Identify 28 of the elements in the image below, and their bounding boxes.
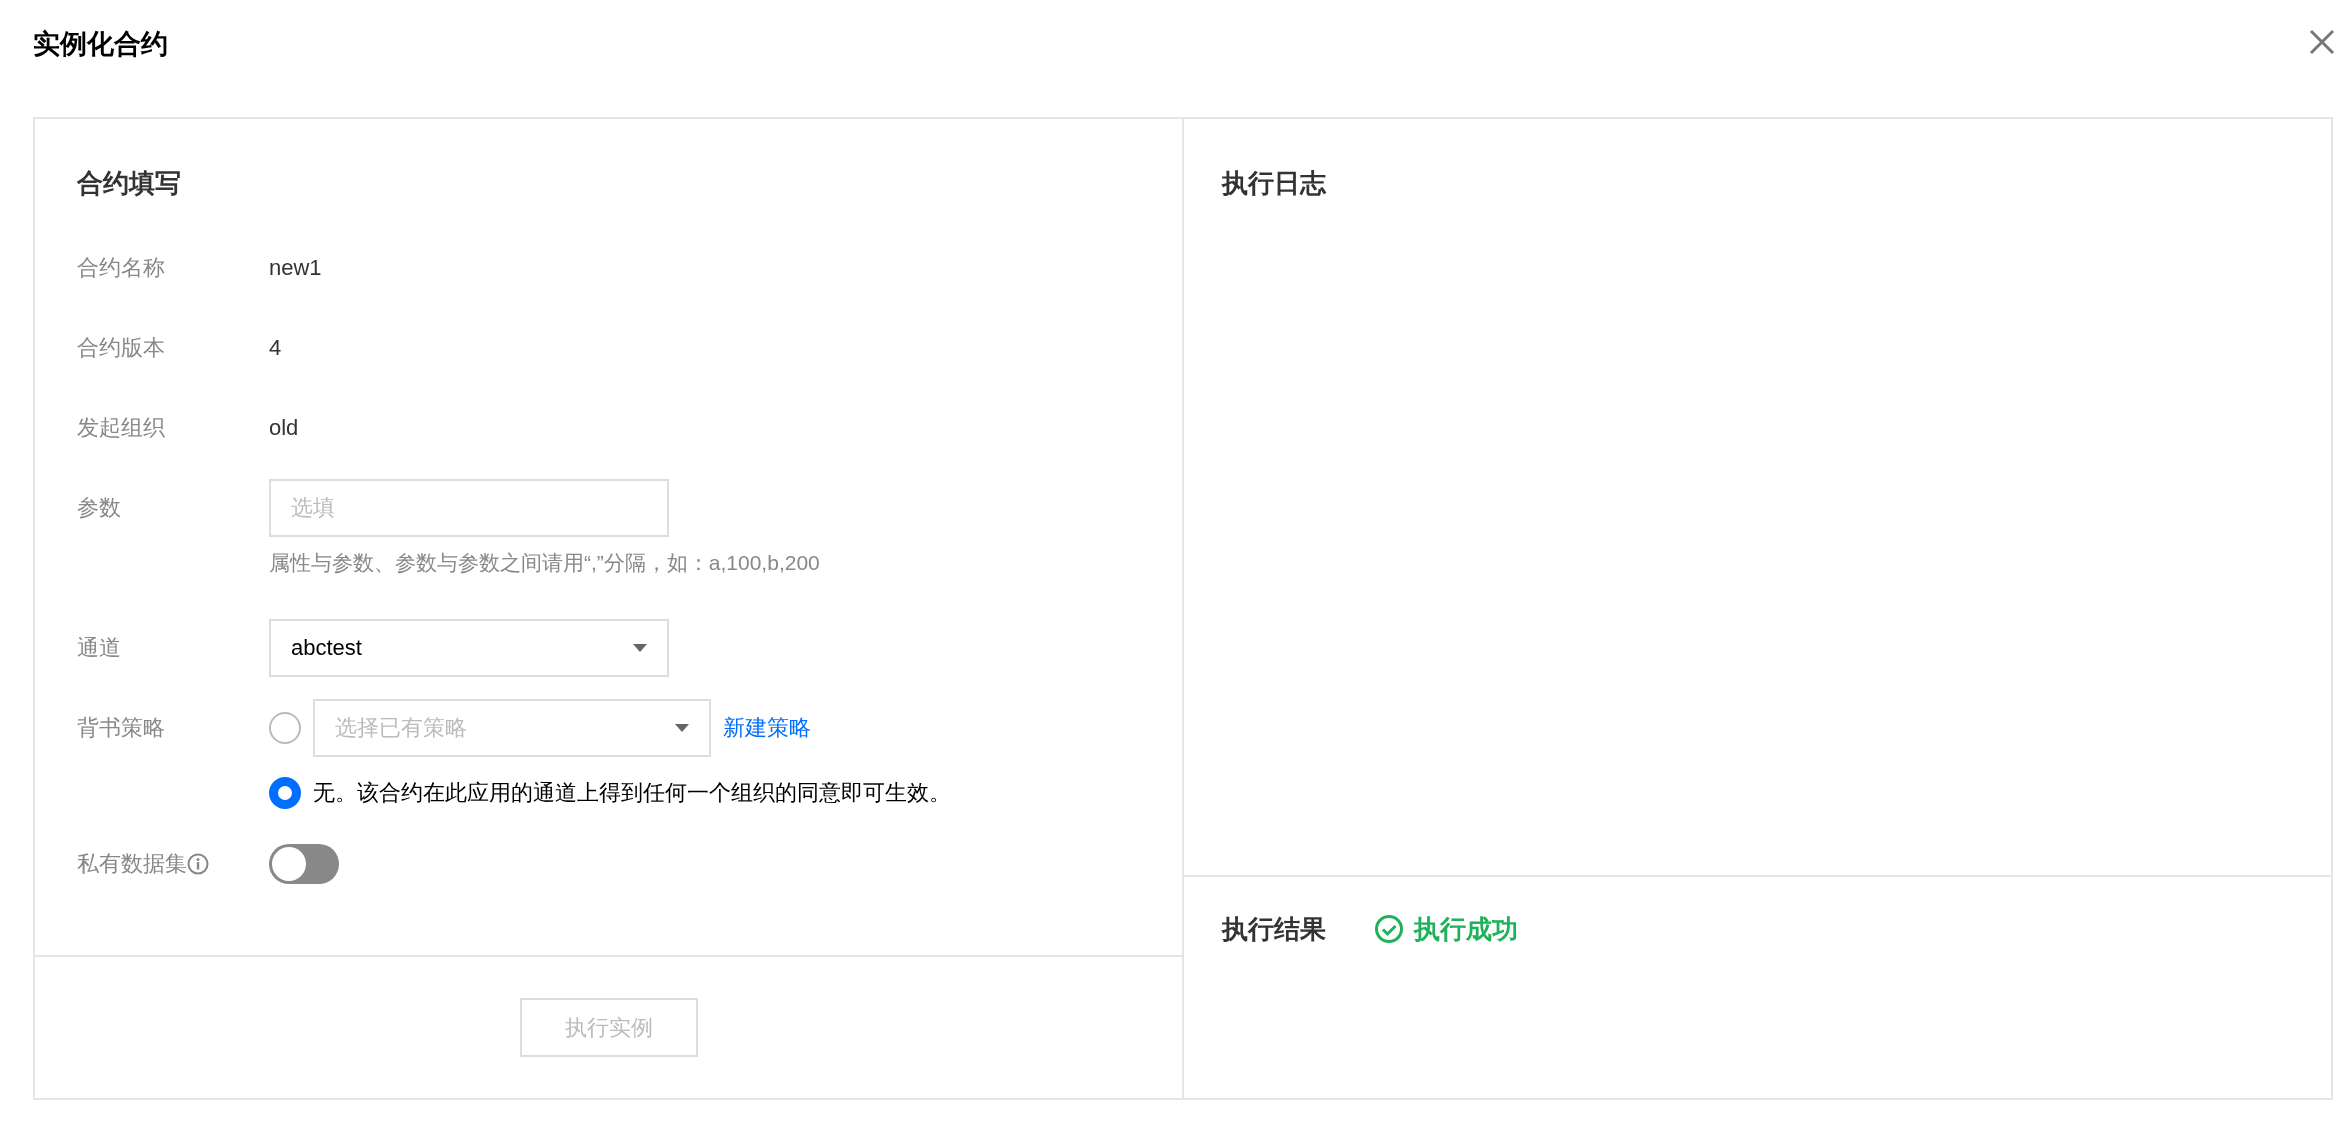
caret-icon bbox=[633, 644, 647, 652]
section-heading: 执行日志 bbox=[1222, 168, 1326, 198]
select-dropdown[interactable]: abctest bbox=[269, 619, 669, 677]
radio-button[interactable] bbox=[269, 777, 301, 809]
field-label: 通道 bbox=[77, 634, 121, 662]
field-value: old bbox=[269, 415, 299, 441]
field-label: 背书策略 bbox=[77, 714, 165, 742]
close-icon[interactable] bbox=[2308, 28, 2336, 56]
dialog-title: 实例化合约 bbox=[33, 28, 168, 61]
toggle-switch[interactable] bbox=[269, 844, 339, 884]
success-status: 执行成功 bbox=[1374, 911, 1518, 947]
field-label: 合约版本 bbox=[77, 334, 165, 362]
check-circle-icon bbox=[1374, 914, 1404, 944]
info-icon bbox=[187, 853, 209, 875]
field-value: 4 bbox=[269, 335, 282, 361]
field-label: 参数 bbox=[77, 494, 121, 522]
input-field[interactable]: 选填 bbox=[269, 479, 669, 537]
result-label: 执行结果 bbox=[1222, 913, 1326, 946]
option-text: 无。该合约在此应用的通道上得到任何一个组织的同意即可生效。 bbox=[313, 779, 951, 807]
section-heading: 合约填写 bbox=[77, 167, 182, 200]
caret-icon bbox=[675, 724, 689, 732]
field-label: 发起组织 bbox=[77, 414, 165, 442]
create-link[interactable]: 新建策略 bbox=[723, 713, 811, 743]
radio-button[interactable] bbox=[269, 712, 301, 744]
field-value: new1 bbox=[269, 255, 322, 281]
field-label: 合约名称 bbox=[77, 254, 165, 282]
hint-text: 属性与参数、参数与参数之间请用“,”分隔，如：a,100,b,200 bbox=[269, 550, 820, 576]
field-label: 私有数据集 bbox=[77, 850, 187, 878]
